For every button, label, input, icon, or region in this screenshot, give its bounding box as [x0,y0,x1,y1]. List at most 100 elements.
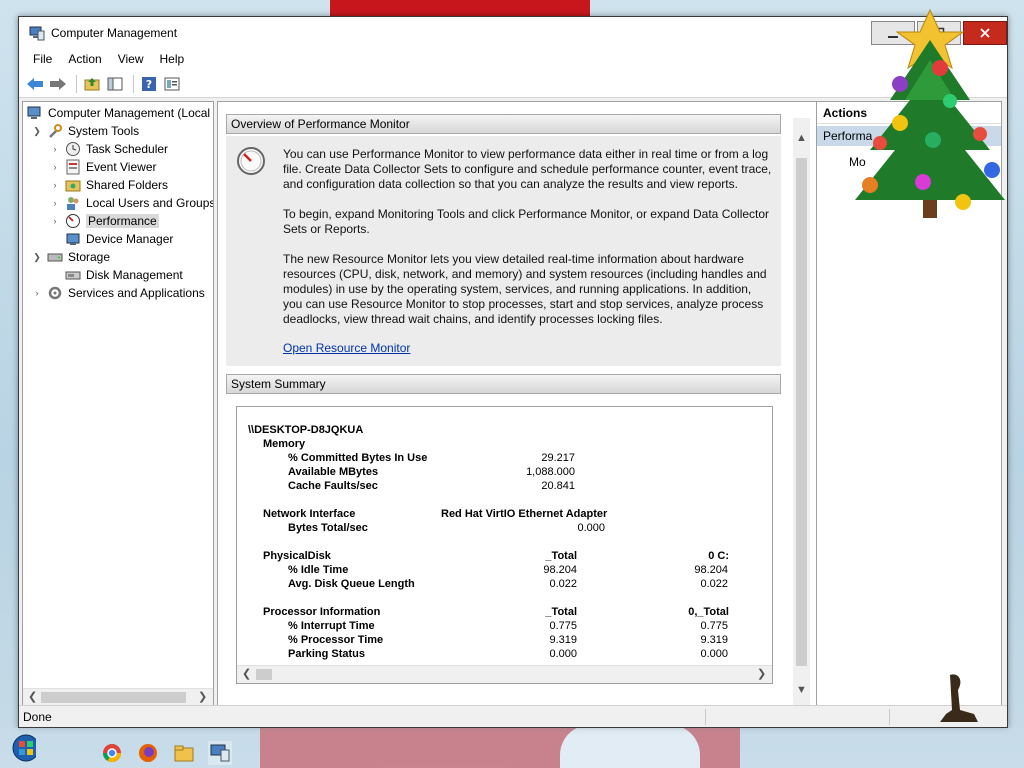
chevron-right-icon[interactable]: › [49,215,61,227]
tree-item-label: Disk Management [86,268,183,282]
counter-value: 9.319 [549,634,577,646]
chevron-down-icon[interactable]: ❯ [31,251,43,263]
counter-value: 0.775 [549,620,577,632]
tree-item-task-scheduler[interactable]: › Task Scheduler [49,140,168,158]
overview-header[interactable]: Overview of Performance Monitor [226,114,781,134]
scroll-right-icon[interactable]: ❯ [198,690,207,703]
firefox-icon [139,744,157,762]
tree-item-services-applications[interactable]: › Services and Applications [31,284,205,302]
tree-item-label: System Tools [68,124,140,138]
tree-item-system-tools[interactable]: ❯ System Tools [31,122,139,140]
scrollbar-thumb[interactable] [256,669,272,680]
show-hide-tree-button[interactable] [105,74,125,94]
console-tree: Computer Management (Local ❯ System Tool… [22,101,214,707]
network-label: Network Interface [263,508,356,520]
counter-name: % Interrupt Time [288,620,375,632]
tree-item-disk-management[interactable]: Disk Management [65,266,183,284]
overview-paragraph-3: The new Resource Monitor lets you view d… [283,252,767,326]
help-button[interactable]: ? [139,74,159,94]
counter-value: 98.204 [694,564,728,576]
overview-paragraph-1: You can use Performance Monitor to view … [283,147,772,191]
details-vertical-scrollbar[interactable]: ▲ ▼ [793,118,810,706]
counter-name: Cache Faults/sec [288,480,378,492]
folder-up-icon [84,77,100,90]
toolbar-separator [133,74,134,93]
tree-item-shared-folders[interactable]: › Shared Folders [49,176,169,194]
disk-icon [65,267,81,283]
scrollbar-thumb[interactable] [41,692,186,703]
counter-name: % Committed Bytes In Use [288,452,428,464]
computer-management-icon [210,744,230,762]
window-title: Computer Management [51,25,178,40]
counter-value: 0.000 [577,522,605,534]
scroll-up-icon[interactable]: ▲ [796,132,807,144]
tree-horizontal-scrollbar[interactable]: ❮ ❯ [23,688,213,706]
christmas-tree-decoration [855,8,1005,218]
taskbar-computer-management[interactable] [208,741,232,765]
back-button[interactable] [25,74,45,94]
windows-logo-icon [12,734,36,762]
performance-gauge-icon [236,146,265,175]
tree-item-label: Performance [86,214,159,228]
tree-item-local-users-groups[interactable]: › Local Users and Groups [49,194,213,212]
menu-view[interactable]: View [110,52,152,66]
storage-icon [47,249,63,265]
forward-button[interactable] [48,74,68,94]
scroll-left-icon[interactable]: ❮ [242,667,251,680]
counter-value: 1,088.000 [526,466,575,478]
status-divider [705,709,706,725]
menu-help[interactable]: Help [152,52,193,66]
chevron-down-icon[interactable]: ❯ [31,125,43,137]
counter-name: Bytes Total/sec [288,522,368,534]
scrollbar-thumb[interactable] [796,158,807,666]
chevron-right-icon[interactable]: › [49,143,61,155]
start-button[interactable] [12,734,36,762]
scroll-down-icon[interactable]: ▼ [796,684,807,696]
counter-name: Avg. Disk Queue Length [288,578,415,590]
tree-item-storage[interactable]: ❯ Storage [31,248,110,266]
counter-value: 0.000 [549,648,577,660]
arrow-left-icon [27,77,43,90]
column-header: 0 C: [708,550,729,562]
taskbar-firefox[interactable] [136,741,160,765]
details-pane: Overview of Performance Monitor You can … [217,101,831,707]
tree-item-label: Device Manager [86,232,174,246]
taskbar-chrome[interactable] [100,741,124,765]
event-viewer-icon [65,159,81,175]
chevron-right-icon[interactable]: › [49,197,61,209]
properties-button[interactable] [162,74,182,94]
overview-body: You can use Performance Monitor to view … [226,136,781,366]
tree-item-device-manager[interactable]: Device Manager [65,230,173,248]
chevron-right-icon[interactable]: › [49,179,61,191]
chevron-right-icon[interactable]: › [31,287,43,299]
scroll-left-icon[interactable]: ❮ [28,690,37,703]
computer-icon [27,105,43,121]
tree-item-computer-management[interactable]: Computer Management (Local [27,104,210,122]
menu-action[interactable]: Action [60,52,109,66]
tree-item-label: Task Scheduler [86,142,169,156]
chevron-right-icon[interactable]: › [49,161,61,173]
column-header: _Total [545,550,577,562]
tools-icon [47,123,63,139]
column-header: _Total [545,606,577,618]
scroll-right-icon[interactable]: ❯ [757,667,766,680]
open-resource-monitor-link[interactable]: Open Resource Monitor [283,341,410,355]
up-one-level-button[interactable] [82,74,102,94]
counter-value: 98.204 [543,564,577,576]
counter-value: 0.022 [549,578,577,590]
menu-file[interactable]: File [25,52,60,66]
system-summary-header[interactable]: System Summary [226,374,781,394]
services-icon [47,285,63,301]
counter-name: Available MBytes [288,466,379,478]
counter-value: 0.022 [700,578,728,590]
tree-item-performance[interactable]: › Performance [49,212,159,230]
summary-horizontal-scrollbar[interactable]: ❮ ❯ [237,665,772,683]
column-header: 0,_Total [688,606,729,618]
taskbar-file-explorer[interactable] [172,741,196,765]
status-divider [889,709,890,725]
counter-name: Parking Status [288,648,366,660]
counter-value: 0.775 [700,620,728,632]
shared-folder-icon [65,177,81,193]
tree-item-label: Computer Management (Local [48,106,211,120]
tree-item-event-viewer[interactable]: › Event Viewer [49,158,156,176]
